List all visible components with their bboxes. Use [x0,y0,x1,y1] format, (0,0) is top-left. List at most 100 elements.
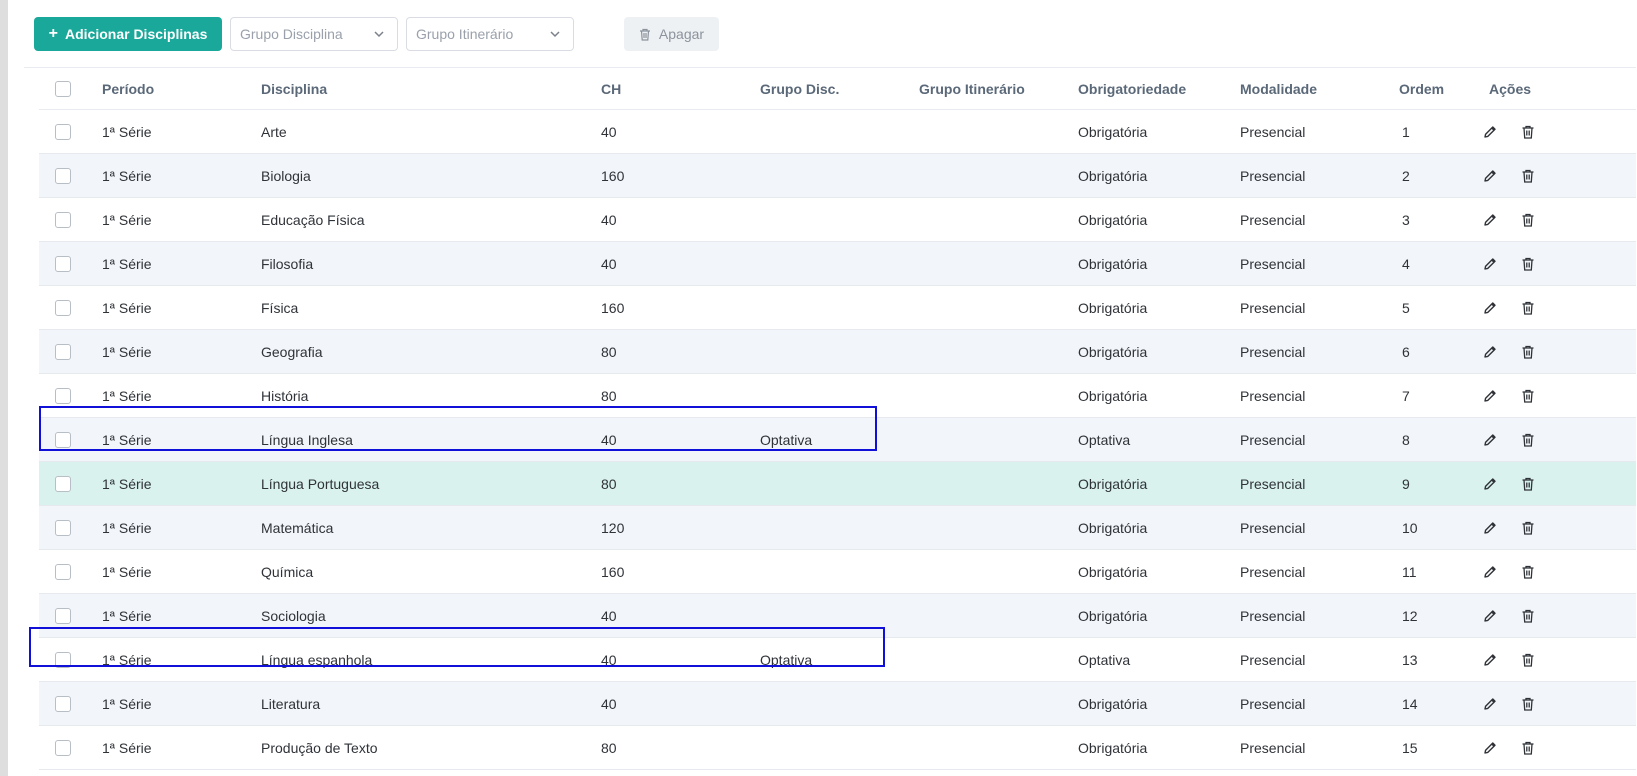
cell-obrigatoriedade: Obrigatória [1078,212,1148,228]
pencil-icon[interactable] [1482,740,1498,756]
trash-icon[interactable] [1520,212,1536,228]
row-checkbox[interactable] [55,388,71,404]
table-row[interactable]: 1ª Série Produção de Texto 80 Obrigatória Pr… [39,726,1636,770]
table-row[interactable]: 1ª Série Educação Física 40 Obrigatória Pres… [39,198,1636,242]
cell-disciplina: Língua espanhola [261,652,373,668]
trash-icon[interactable] [1520,696,1536,712]
table-row[interactable]: 1ª Série Biologia 160 Obrigatória Presencial… [39,154,1636,198]
add-disciplines-label: Adicionar Disciplinas [64,26,208,42]
cell-ordem: 4 [1402,256,1410,272]
cell-periodo: 1ª Série [102,652,152,668]
row-checkbox[interactable] [55,564,71,580]
cell-disciplina: Sociologia [261,608,326,624]
grupo-disciplina-select[interactable]: Grupo Disciplina [230,17,398,51]
row-checkbox[interactable] [55,520,71,536]
trash-icon[interactable] [1520,344,1536,360]
table-row[interactable]: 1ª Série Língua espanhola 40 Optativa Optati… [39,638,1636,682]
trash-icon[interactable] [1520,608,1536,624]
grupo-itinerario-placeholder: Grupo Itinerário [416,26,514,42]
cell-ch: 40 [601,652,617,668]
trash-icon[interactable] [1520,168,1536,184]
pencil-icon[interactable] [1482,520,1498,536]
cell-obrigatoriedade: Obrigatória [1078,740,1148,756]
cell-disciplina: Filosofia [261,256,314,272]
header-obrigatoriedade[interactable]: Obrigatoriedade [1078,68,1186,109]
header-ordem[interactable]: Ordem [1399,68,1444,109]
row-checkbox[interactable] [55,344,71,360]
trash-icon[interactable] [1520,652,1536,668]
header-disciplina[interactable]: Disciplina [261,68,327,109]
pencil-icon[interactable] [1482,124,1498,140]
pencil-icon[interactable] [1482,388,1498,404]
cell-periodo: 1ª Série [102,300,152,316]
table-row[interactable]: 1ª Série Literatura 40 Obrigatória Presencia… [39,682,1636,726]
header-ch[interactable]: CH [601,68,621,109]
table-row[interactable]: 1ª Série Física 160 Obrigatória Presencial 5 [39,286,1636,330]
cell-modalidade: Presencial [1240,388,1306,404]
header-grupo-itinerario[interactable]: Grupo Itinerário [919,68,1025,109]
trash-icon[interactable] [1520,432,1536,448]
trash-icon[interactable] [1520,300,1536,316]
pencil-icon[interactable] [1482,168,1498,184]
table-row[interactable]: 1ª Série História 80 Obrigatória Presencial 7 [39,374,1636,418]
table-row[interactable]: 1ª Série Geografia 80 Obrigatória Presencial… [39,330,1636,374]
header-grupo-disc[interactable]: Grupo Disc. [760,68,839,109]
cell-modalidade: Presencial [1240,256,1306,272]
table-row[interactable]: 1ª Série Arte 40 Obrigatória Presencial 1 [39,110,1636,154]
trash-icon[interactable] [1520,388,1536,404]
cell-ch: 40 [601,124,617,140]
table-row[interactable]: 1ª Série Filosofia 40 Obrigatória Presencial… [39,242,1636,286]
pencil-icon[interactable] [1482,300,1498,316]
cell-modalidade: Presencial [1240,564,1306,580]
trash-icon[interactable] [1520,476,1536,492]
table-row[interactable]: 1ª Série Língua Portuguesa 80 Obrigatória Pr… [39,462,1636,506]
header-periodo[interactable]: Período [102,68,154,109]
pencil-icon[interactable] [1482,652,1498,668]
row-checkbox[interactable] [55,740,71,756]
delete-button[interactable]: Apagar [624,17,719,51]
trash-icon[interactable] [1520,520,1536,536]
table-row[interactable]: 1ª Série Química 160 Obrigatória Presencial 1… [39,550,1636,594]
pencil-icon[interactable] [1482,608,1498,624]
cell-ordem: 2 [1402,168,1410,184]
row-checkbox[interactable] [55,696,71,712]
pencil-icon[interactable] [1482,476,1498,492]
table-row[interactable]: 1ª Série Matemática 120 Obrigatória Presenci… [39,506,1636,550]
cell-ordem: 1 [1402,124,1410,140]
cell-periodo: 1ª Série [102,476,152,492]
cell-ch: 40 [601,432,617,448]
select-all-checkbox[interactable] [55,81,71,97]
trash-icon[interactable] [1520,740,1536,756]
pencil-icon[interactable] [1482,344,1498,360]
pencil-icon[interactable] [1482,696,1498,712]
row-checkbox[interactable] [55,476,71,492]
row-checkbox[interactable] [55,212,71,228]
trash-icon[interactable] [1520,256,1536,272]
trash-icon[interactable] [1520,124,1536,140]
table-row[interactable]: 1ª Série Sociologia 40 Obrigatória Presencia… [39,594,1636,638]
header-modalidade[interactable]: Modalidade [1240,68,1317,109]
table-row[interactable]: 1ª Série Língua Inglesa 40 Optativa Optativa… [39,418,1636,462]
row-checkbox[interactable] [55,300,71,316]
trash-icon[interactable] [1520,564,1536,580]
row-checkbox[interactable] [55,432,71,448]
row-checkbox[interactable] [55,256,71,272]
delete-label: Apagar [658,26,705,42]
pencil-icon[interactable] [1482,212,1498,228]
row-checkbox[interactable] [55,168,71,184]
row-checkbox[interactable] [55,652,71,668]
grupo-itinerario-select[interactable]: Grupo Itinerário [406,17,574,51]
pencil-icon[interactable] [1482,564,1498,580]
cell-ch: 160 [601,168,625,184]
cell-ordem: 5 [1402,300,1410,316]
cell-modalidade: Presencial [1240,432,1306,448]
cell-periodo: 1ª Série [102,256,152,272]
pencil-icon[interactable] [1482,256,1498,272]
cell-periodo: 1ª Série [102,696,152,712]
row-checkbox[interactable] [55,608,71,624]
add-disciplines-button[interactable]: + Adicionar Disciplinas [34,17,222,51]
pencil-icon[interactable] [1482,432,1498,448]
plus-icon: + [48,25,58,42]
row-checkbox[interactable] [55,124,71,140]
cell-obrigatoriedade: Obrigatória [1078,344,1148,360]
